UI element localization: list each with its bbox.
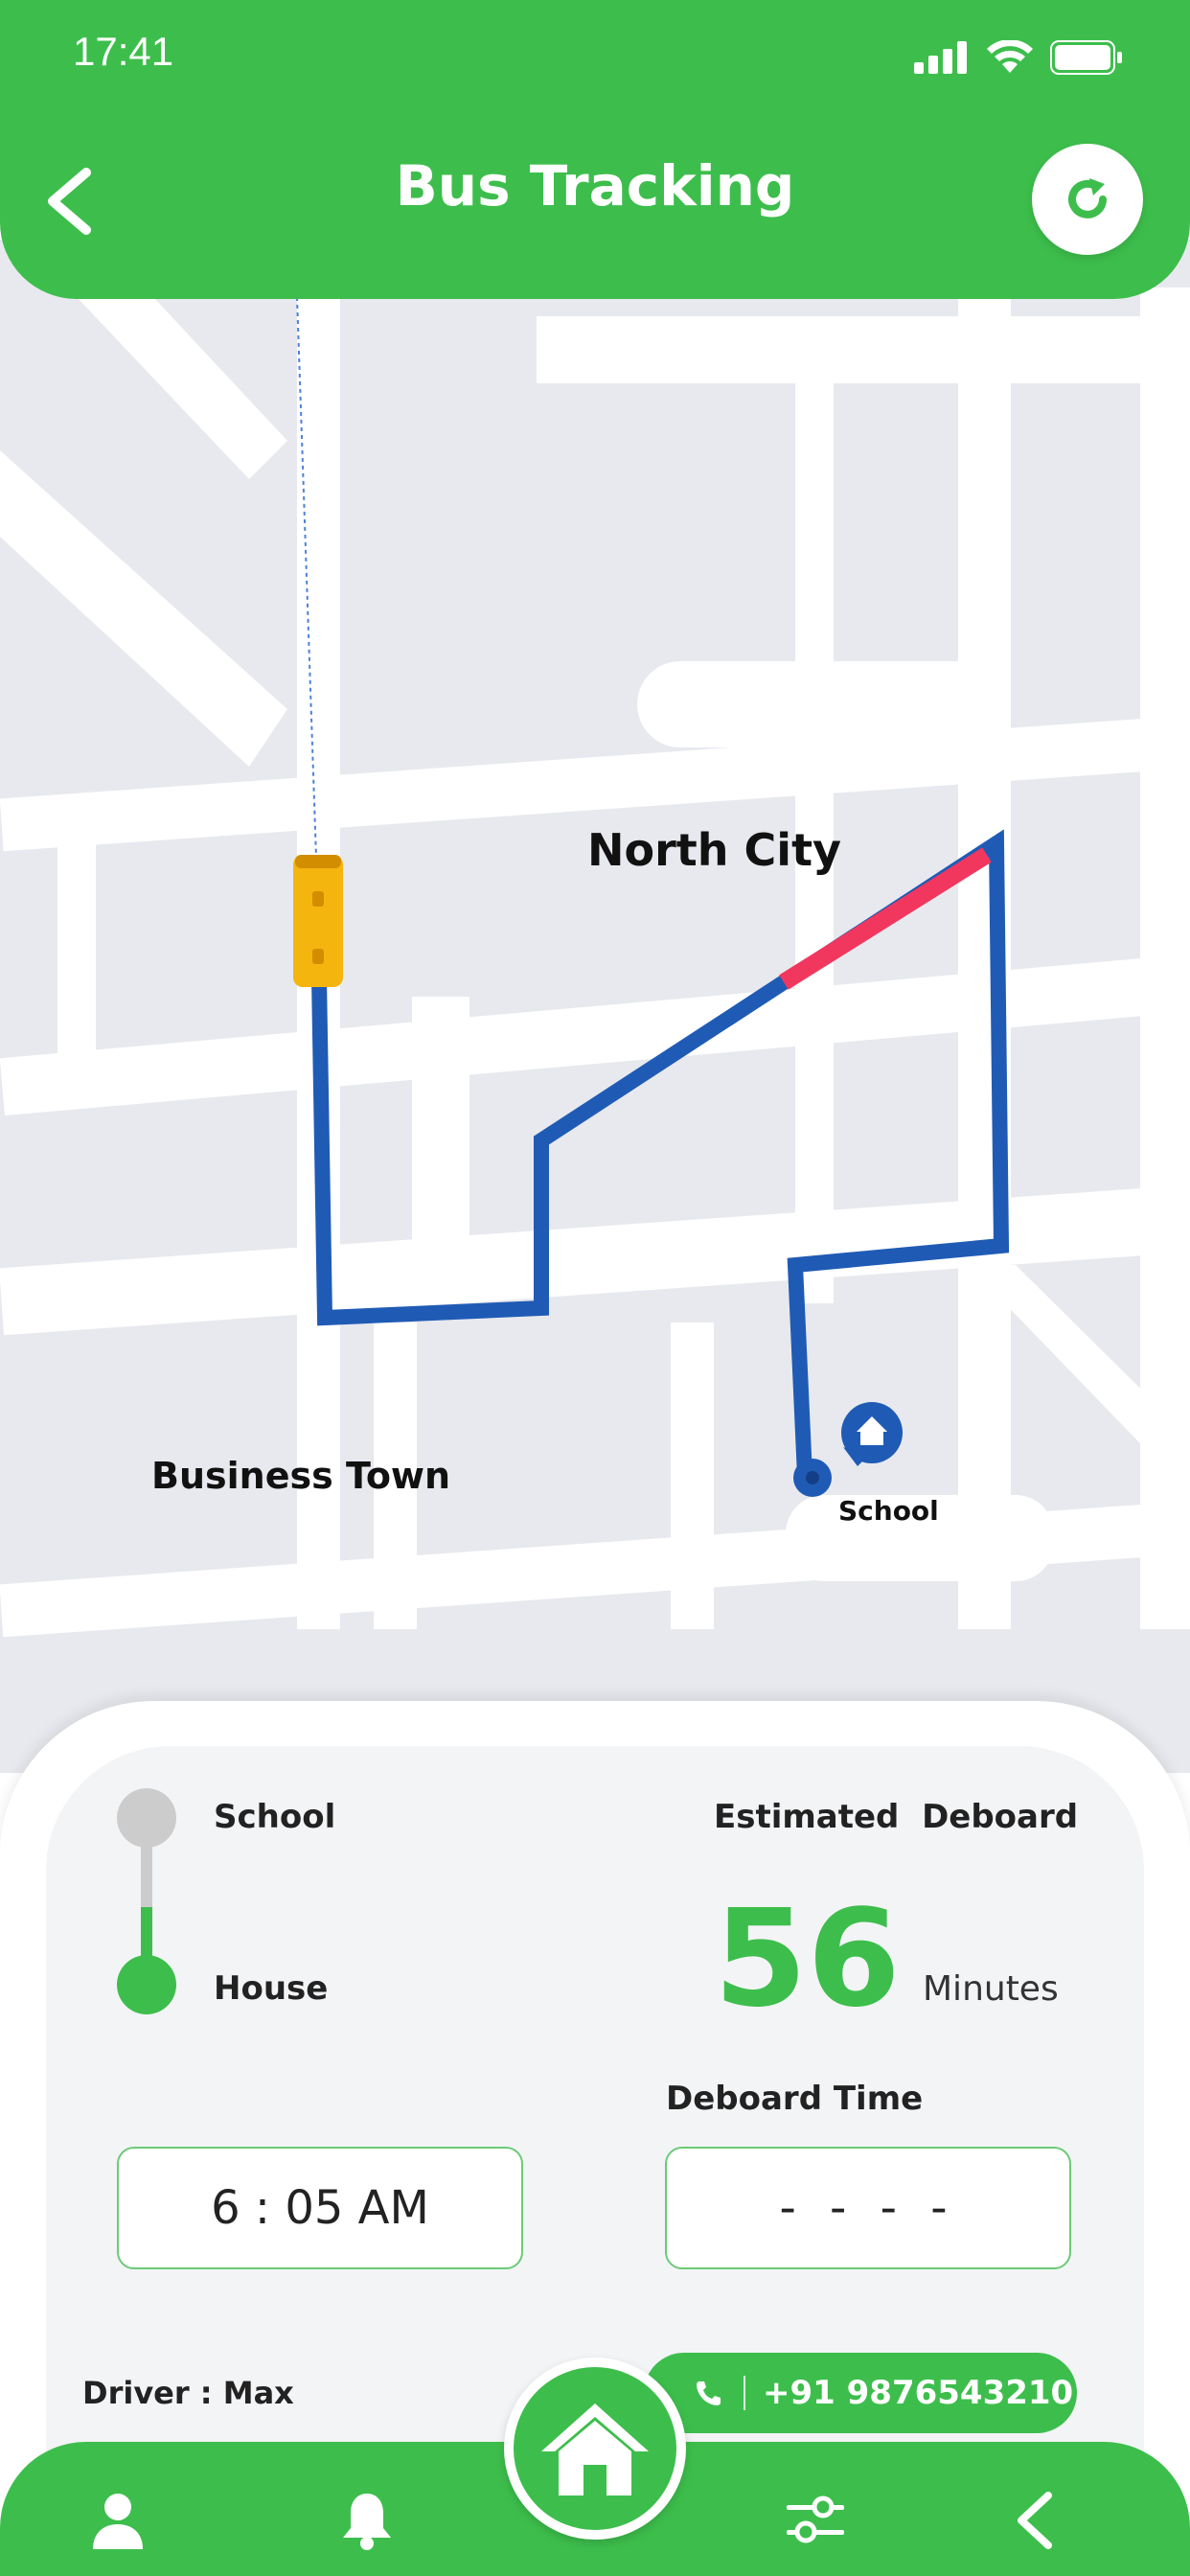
bus-icon[interactable] (293, 855, 343, 987)
route-to: House (214, 1969, 329, 2008)
deboard-time-box: - - - - (665, 2147, 1071, 2269)
nav-notifications[interactable] (333, 2487, 400, 2554)
deboard-time-label: Deboard Time (666, 2080, 924, 2118)
profile-icon (93, 2494, 143, 2549)
nav-settings[interactable] (782, 2487, 849, 2554)
driver-name: Driver : Max (82, 2375, 294, 2411)
driver-phone: +91 9876543210 (763, 2374, 1074, 2412)
nav-back[interactable] (1002, 2487, 1069, 2554)
phone-icon (697, 2381, 721, 2405)
filter-icon (787, 2496, 844, 2543)
signal-icon (914, 41, 967, 74)
nav-profile[interactable] (84, 2487, 151, 2554)
battery-icon (1050, 40, 1122, 75)
call-driver-button[interactable]: +91 9876543210 (644, 2353, 1077, 2433)
map-label-business-town: Business Town (151, 1455, 451, 1497)
estimated-deboard-label: Estimated Deboard (714, 1798, 1079, 1836)
wifi-icon (987, 40, 1033, 73)
minutes-value: 56 (714, 1881, 901, 2037)
minutes-unit: Minutes (923, 1969, 1059, 2009)
start-time-box: 6 : 05 AM (117, 2147, 523, 2269)
back-icon (1018, 2492, 1052, 2549)
home-icon (541, 2404, 649, 2496)
route-from: School (214, 1798, 336, 1836)
call-divider (744, 2376, 745, 2410)
status-time: 17:41 (73, 29, 174, 74)
home-button[interactable] (504, 2358, 686, 2540)
page-title: Bus Tracking (395, 153, 795, 218)
bell-icon (343, 2494, 391, 2550)
refresh-icon (1068, 178, 1107, 218)
route-progress-indicator (117, 1788, 176, 2014)
deboard-time: - - - - (779, 2181, 957, 2235)
start-time: 6 : 05 AM (211, 2181, 429, 2235)
status-icons (914, 36, 1123, 79)
map-label-north-city: North City (587, 824, 842, 876)
refresh-button[interactable] (1032, 144, 1143, 255)
map[interactable] (0, 240, 1190, 1773)
map-label-school: School (838, 1495, 939, 1527)
